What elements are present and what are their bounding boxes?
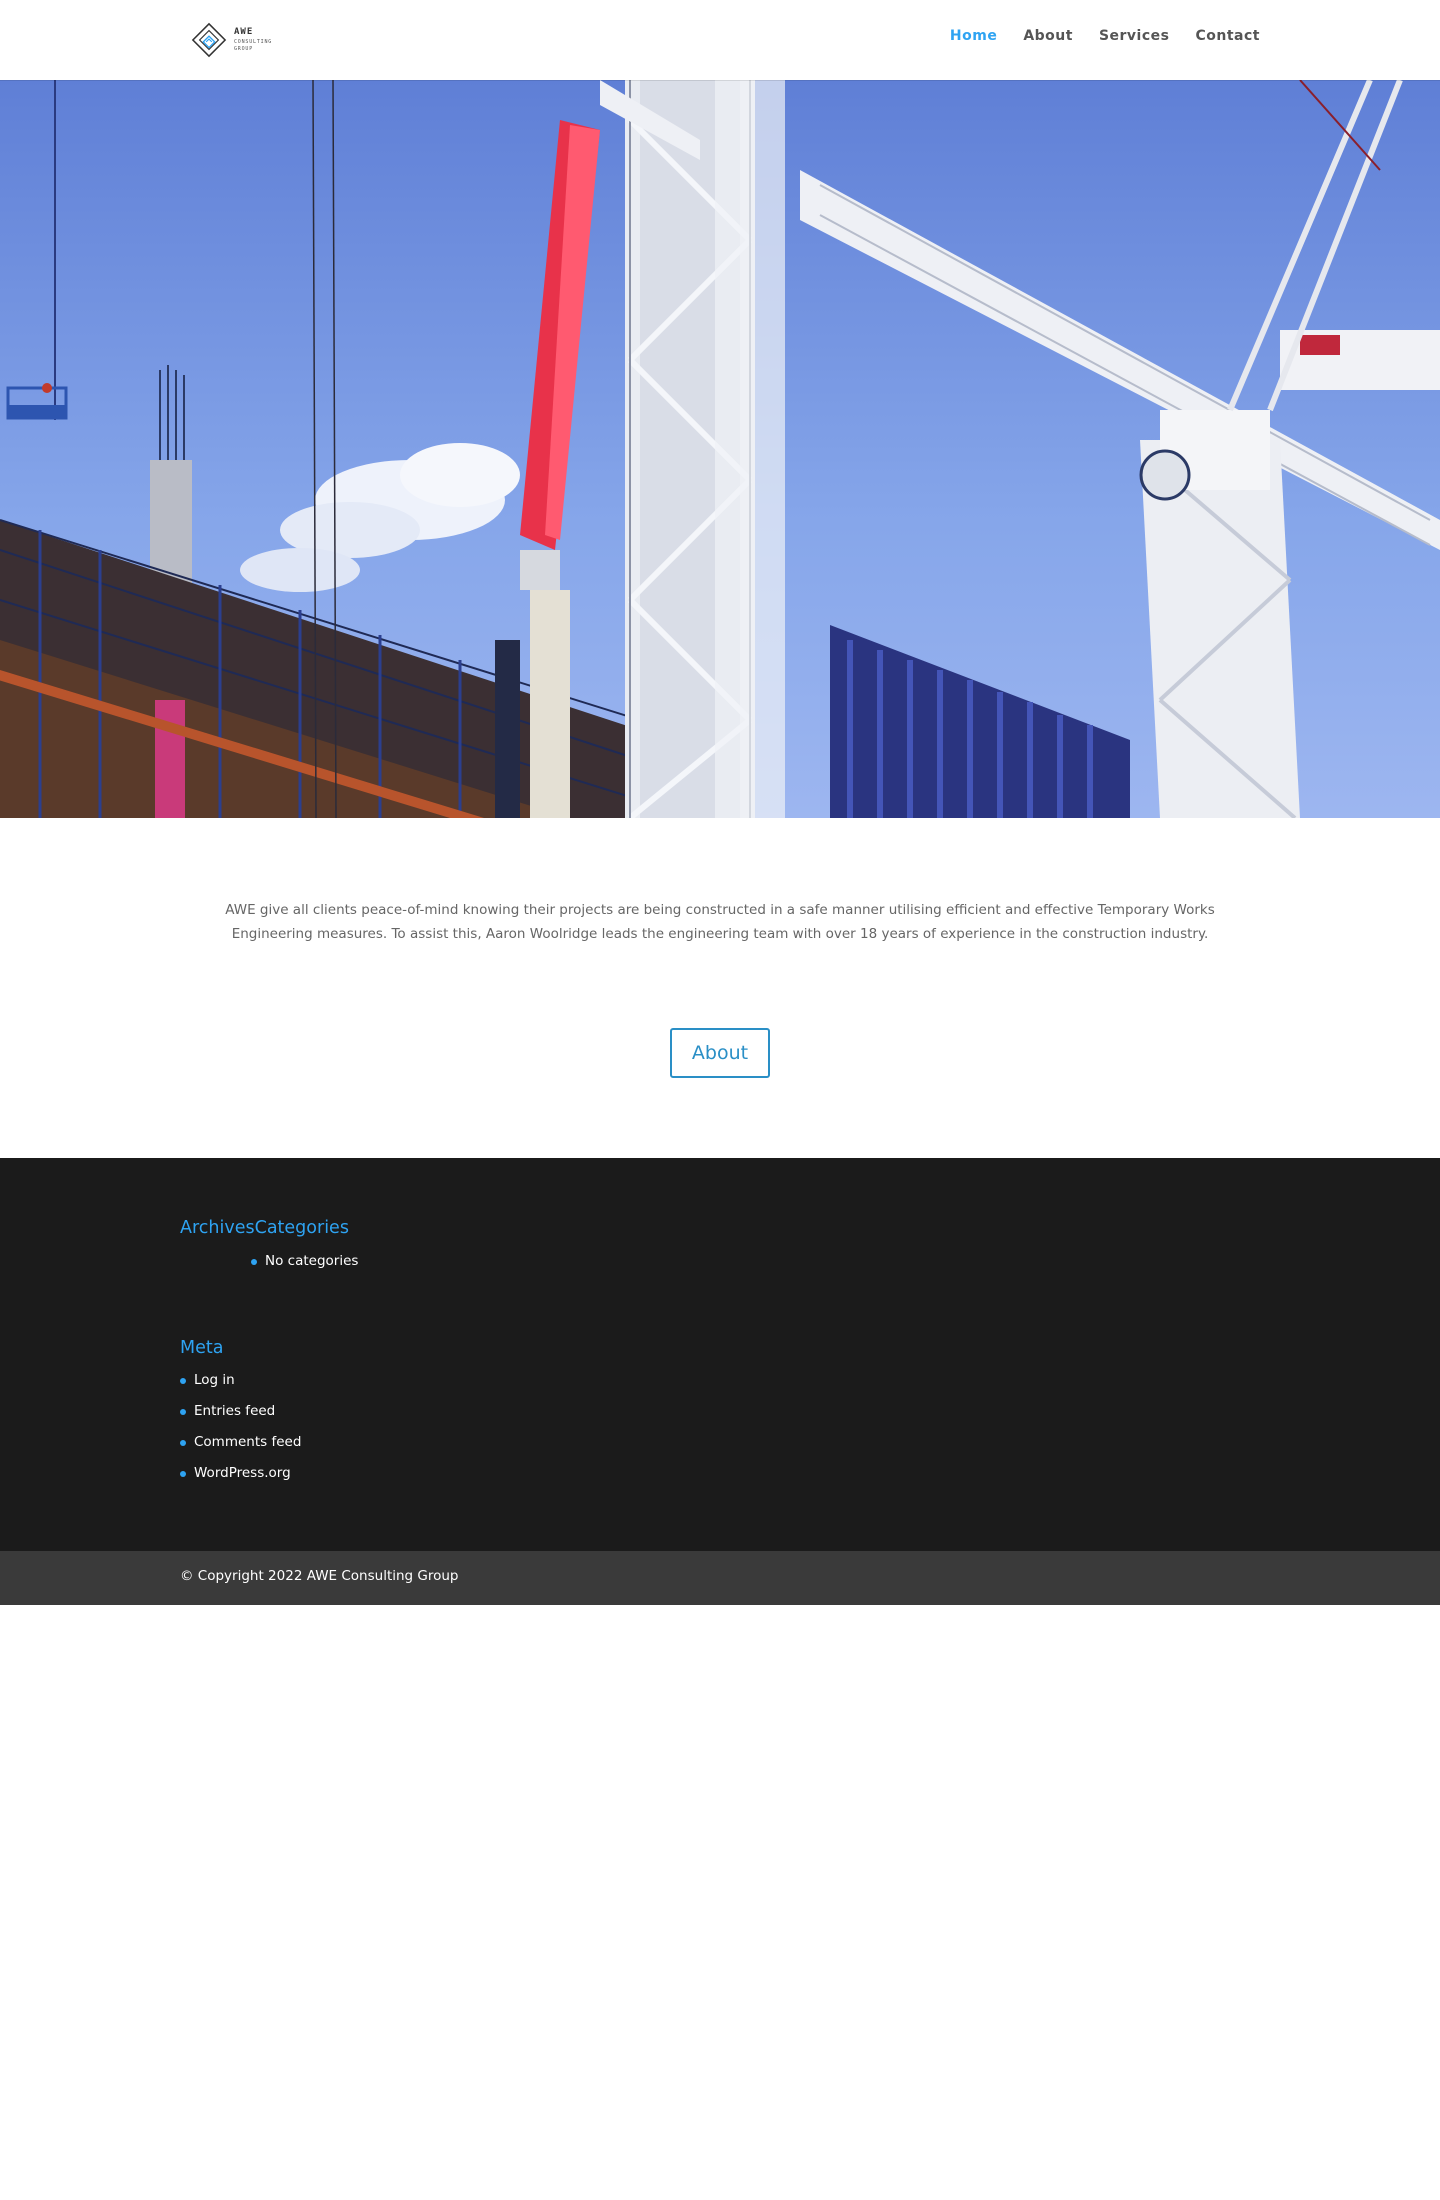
nav-home[interactable]: Home bbox=[950, 28, 997, 44]
entries-feed-link[interactable]: Entries feed bbox=[194, 1403, 275, 1419]
hero-image bbox=[0, 80, 1440, 818]
nav-services[interactable]: Services bbox=[1099, 28, 1170, 44]
categories-title: Categories bbox=[254, 1218, 349, 1238]
nav-about[interactable]: About bbox=[1023, 28, 1073, 44]
categories-list: No categories bbox=[251, 1251, 358, 1282]
copyright-text: © Copyright 2022 AWE Consulting Group bbox=[180, 1568, 459, 1584]
footer-widgets: Archives Categories No categories Meta L… bbox=[0, 1158, 1440, 1551]
footer-bottom-bar: © Copyright 2022 AWE Consulting Group bbox=[0, 1551, 1440, 1605]
nav-contact[interactable]: Contact bbox=[1196, 28, 1261, 44]
footer-widget-row: Archives Categories bbox=[180, 1218, 349, 1238]
wordpress-link[interactable]: WordPress.org bbox=[194, 1465, 291, 1481]
comments-feed-link[interactable]: Comments feed bbox=[194, 1434, 301, 1450]
logo-subtitle-line2: GROUP bbox=[234, 46, 254, 52]
meta-item-comments-feed: Comments feed bbox=[180, 1432, 301, 1452]
logo-title: AWE bbox=[234, 27, 254, 37]
meta-item-login: Log in bbox=[180, 1370, 301, 1390]
logo-text: AWE CONSULTING GROUP bbox=[234, 28, 272, 52]
main-nav: Home About Services Contact bbox=[950, 28, 1260, 44]
site-header: AWE CONSULTING GROUP Home About Services… bbox=[0, 0, 1440, 80]
meta-item-entries-feed: Entries feed bbox=[180, 1401, 301, 1421]
meta-title: Meta bbox=[180, 1338, 224, 1358]
list-item: No categories bbox=[251, 1251, 358, 1271]
meta-list: Log in Entries feed Comments feed WordPr… bbox=[180, 1370, 301, 1494]
site-logo[interactable]: AWE CONSULTING GROUP bbox=[190, 20, 272, 60]
about-button[interactable]: About bbox=[670, 1028, 770, 1078]
login-link[interactable]: Log in bbox=[194, 1372, 235, 1388]
archives-title: Archives bbox=[180, 1218, 255, 1238]
logo-subtitle-line1: CONSULTING bbox=[234, 39, 273, 45]
intro-text: AWE give all clients peace-of-mind knowi… bbox=[225, 902, 1215, 942]
meta-item-wordpress: WordPress.org bbox=[180, 1463, 301, 1483]
construction-cranes-photo bbox=[0, 80, 1440, 818]
diamond-logo-icon bbox=[191, 22, 227, 58]
